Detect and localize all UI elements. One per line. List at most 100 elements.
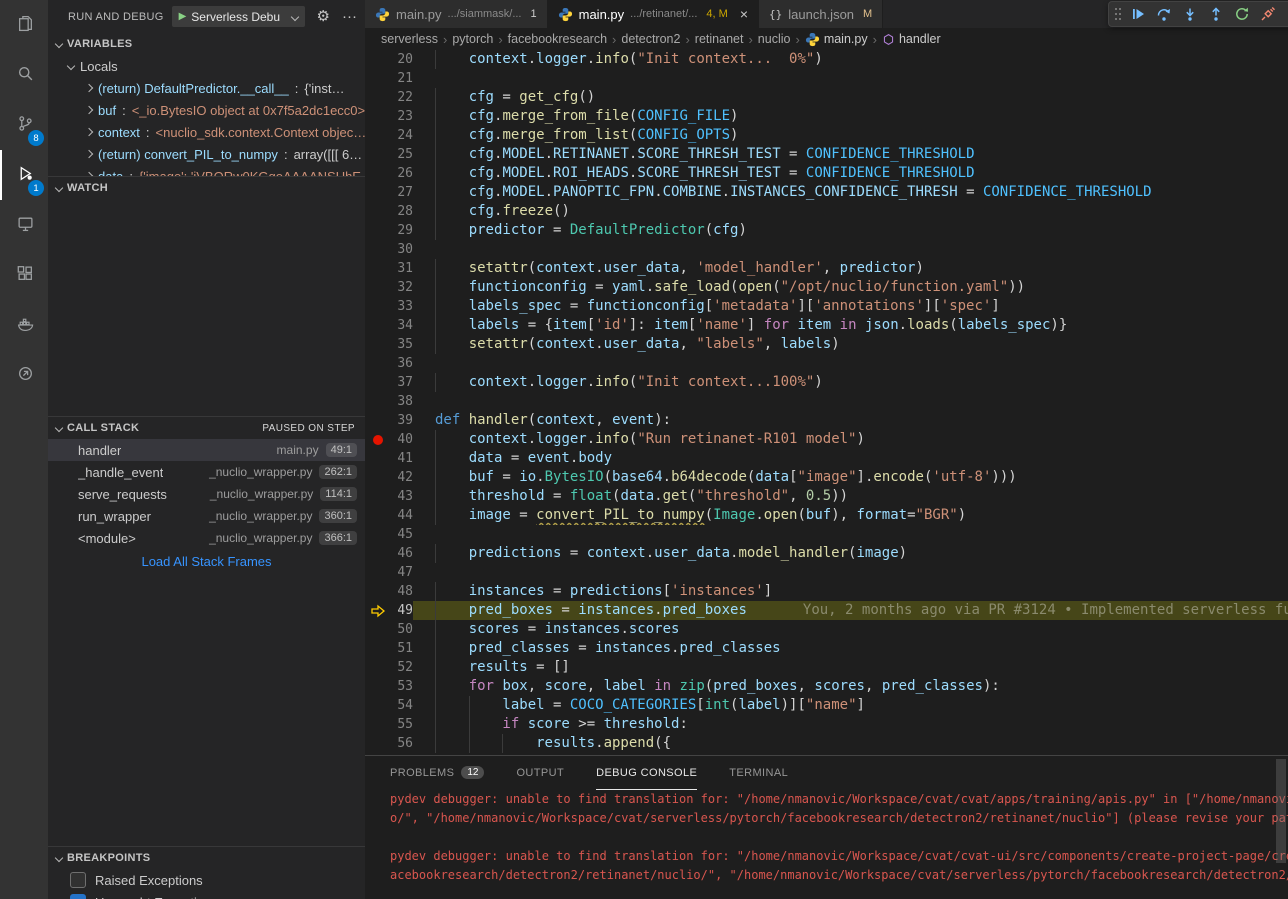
breakpoint-icon[interactable] — [373, 435, 383, 445]
line-number[interactable]: 38 — [391, 392, 413, 411]
code-line[interactable]: 28cfg.freeze() — [365, 202, 1288, 221]
gutter-glyph[interactable] — [365, 639, 391, 658]
code-line[interactable]: 30 — [365, 240, 1288, 259]
gutter-glyph[interactable] — [365, 582, 391, 601]
line-number[interactable]: 41 — [391, 449, 413, 468]
breadcrumb-folder[interactable]: pytorch — [452, 32, 493, 46]
editor-tab[interactable]: main.py.../retinanet/...4, M× — [548, 0, 759, 28]
gutter-glyph[interactable] — [365, 297, 391, 316]
line-number[interactable]: 34 — [391, 316, 413, 335]
code-line[interactable]: 24cfg.merge_from_list(CONFIG_OPTS) — [365, 126, 1288, 145]
code-line[interactable]: 33labels_spec = functionconfig['metadata… — [365, 297, 1288, 316]
code-line[interactable]: 37context.logger.info("Init context...10… — [365, 373, 1288, 392]
gutter-glyph[interactable] — [365, 715, 391, 734]
gutter-glyph[interactable] — [365, 316, 391, 335]
line-number[interactable]: 52 — [391, 658, 413, 677]
line-number[interactable]: 43 — [391, 487, 413, 506]
line-number[interactable]: 37 — [391, 373, 413, 392]
line-number[interactable]: 46 — [391, 544, 413, 563]
line-number[interactable]: 33 — [391, 297, 413, 316]
code-line[interactable]: 22cfg = get_cfg() — [365, 88, 1288, 107]
gutter-glyph[interactable] — [365, 487, 391, 506]
sidebar-item-run-and-debug[interactable]: 1 — [0, 150, 48, 200]
code-line[interactable]: 40context.logger.info("Run retinanet-R10… — [365, 430, 1288, 449]
breadcrumb-file[interactable]: main.py — [805, 32, 868, 47]
variables-scope-locals[interactable]: Locals — [48, 55, 365, 77]
line-number[interactable]: 51 — [391, 639, 413, 658]
code-line[interactable]: 47 — [365, 563, 1288, 582]
line-number[interactable]: 20 — [391, 50, 413, 69]
step-into-button[interactable] — [1177, 2, 1203, 26]
code-line[interactable]: 32functionconfig = yaml.safe_load(open("… — [365, 278, 1288, 297]
gutter-glyph[interactable] — [365, 677, 391, 696]
gutter-glyph[interactable] — [365, 658, 391, 677]
line-number[interactable]: 32 — [391, 278, 413, 297]
stack-frame-row[interactable]: serve_requests_nuclio_wrapper.py114:1 — [48, 483, 365, 505]
sidebar-item-docker[interactable] — [0, 300, 48, 350]
gutter-glyph[interactable] — [365, 525, 391, 544]
line-number[interactable]: 39 — [391, 411, 413, 430]
sidebar-item-extensions[interactable] — [0, 250, 48, 300]
code-editor[interactable]: 20context.logger.info("Init context... 0… — [365, 50, 1288, 755]
gutter-glyph[interactable] — [365, 563, 391, 582]
toolbar-drag-handle[interactable] — [1111, 2, 1125, 26]
checkbox[interactable]: ✓ — [70, 894, 86, 899]
gutter-glyph[interactable] — [365, 449, 391, 468]
stack-frame-row[interactable]: _handle_event_nuclio_wrapper.py262:1 — [48, 461, 365, 483]
variables-header[interactable]: VARIABLES — [48, 33, 365, 55]
line-number[interactable]: 49 — [391, 601, 413, 620]
stack-frame-row[interactable]: handlermain.py49:1 — [48, 439, 365, 461]
line-number[interactable]: 36 — [391, 354, 413, 373]
code-line[interactable]: 56results.append({ — [365, 734, 1288, 753]
sidebar-item-remote-explorer[interactable] — [0, 200, 48, 250]
variable-row[interactable]: (return) DefaultPredictor.__call__:{'ins… — [48, 77, 365, 99]
code-line[interactable]: 25cfg.MODEL.RETINANET.SCORE_THRESH_TEST … — [365, 145, 1288, 164]
line-number[interactable]: 26 — [391, 164, 413, 183]
line-number[interactable]: 30 — [391, 240, 413, 259]
restart-button[interactable] — [1229, 2, 1255, 26]
variable-row[interactable]: data:{'image': 'iVBORw0KGgoAAAANSUhE… — [48, 165, 365, 176]
line-number[interactable]: 42 — [391, 468, 413, 487]
step-over-button[interactable] — [1151, 2, 1177, 26]
gutter-glyph[interactable] — [365, 544, 391, 563]
load-all-stack-frames-link[interactable]: Load All Stack Frames — [48, 554, 365, 569]
variable-row[interactable]: context:<nuclio_sdk.context.Context obje… — [48, 121, 365, 143]
code-line[interactable]: 55if score >= threshold: — [365, 715, 1288, 734]
code-line[interactable]: 31setattr(context.user_data, 'model_hand… — [365, 259, 1288, 278]
code-line[interactable]: 48instances = predictions['instances'] — [365, 582, 1288, 601]
line-number[interactable]: 44 — [391, 506, 413, 525]
sidebar-item-live-share[interactable] — [0, 350, 48, 400]
breadcrumb-folder[interactable]: retinanet — [695, 32, 744, 46]
code-line[interactable]: 36 — [365, 354, 1288, 373]
gutter-glyph[interactable] — [365, 430, 391, 449]
gutter-glyph[interactable] — [365, 601, 391, 620]
gutter-glyph[interactable] — [365, 259, 391, 278]
code-line[interactable]: 20context.logger.info("Init context... 0… — [365, 50, 1288, 69]
gutter-glyph[interactable] — [365, 126, 391, 145]
code-line[interactable]: 41data = event.body — [365, 449, 1288, 468]
code-line[interactable]: 54label = COCO_CATEGORIES[int(label)]["n… — [365, 696, 1288, 715]
code-line[interactable]: 27cfg.MODEL.PANOPTIC_FPN.COMBINE.INSTANC… — [365, 183, 1288, 202]
gutter-glyph[interactable] — [365, 164, 391, 183]
panel-scrollbar[interactable] — [1276, 759, 1286, 863]
code-line[interactable]: 51pred_classes = instances.pred_classes — [365, 639, 1288, 658]
code-line[interactable]: 46predictions = context.user_data.model_… — [365, 544, 1288, 563]
gutter-glyph[interactable] — [365, 240, 391, 259]
breakpoints-header[interactable]: BREAKPOINTS — [48, 847, 365, 869]
sidebar-item-explorer[interactable] — [0, 0, 48, 50]
line-number[interactable]: 50 — [391, 620, 413, 639]
gutter-glyph[interactable] — [365, 468, 391, 487]
gutter-glyph[interactable] — [365, 202, 391, 221]
line-number[interactable]: 28 — [391, 202, 413, 221]
gutter-glyph[interactable] — [365, 392, 391, 411]
gutter-glyph[interactable] — [365, 696, 391, 715]
gutter-glyph[interactable] — [365, 734, 391, 753]
gutter-glyph[interactable] — [365, 373, 391, 392]
gutter-glyph[interactable] — [365, 411, 391, 430]
line-number[interactable]: 25 — [391, 145, 413, 164]
panel-tab-output[interactable]: OUTPUT — [516, 756, 564, 790]
code-line[interactable]: 50scores = instances.scores — [365, 620, 1288, 639]
line-number[interactable]: 24 — [391, 126, 413, 145]
code-line[interactable]: 45 — [365, 525, 1288, 544]
line-number[interactable]: 55 — [391, 715, 413, 734]
